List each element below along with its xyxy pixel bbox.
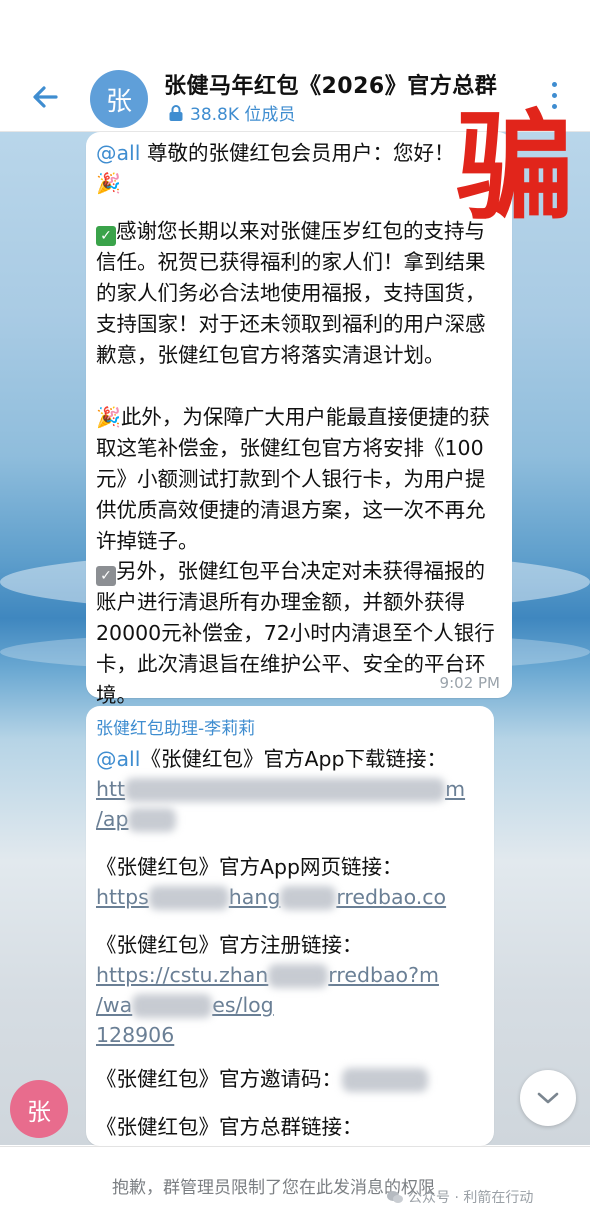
message-paragraph: ✓ 感谢您长期以来对张健压岁红包的支持与信任。祝贺已获得福利的家人们！拿到结果的家… (96, 216, 500, 371)
scam-warning-overlay: 骗 (456, 97, 575, 236)
sender-avatar[interactable]: 张 (10, 1080, 68, 1138)
member-count-label: 38.8K 位成员 (190, 105, 296, 125)
download-link[interactable]: /ap (96, 804, 177, 835)
link-text[interactable]: /ap (96, 807, 128, 831)
check-mark-icon: ✓ (96, 226, 116, 246)
link-text[interactable]: m (419, 963, 439, 987)
message-line: @all 尊敬的张健红包会员用户：您好！ (96, 138, 454, 169)
back-arrow-icon[interactable] (28, 80, 62, 114)
group-title[interactable]: 张健马年红包《2026》官方总群 (164, 68, 497, 100)
message-text: 《张健红包》官方注册链接： (96, 933, 363, 957)
message-text: 尊敬的张健红包会员用户：您好！ (140, 141, 455, 165)
download-link[interactable]: htt m (96, 774, 465, 805)
message-text: 此外，为保障广大用户能最直接便捷的获取这笔补偿金，张健红包官方将安排《100元》… (96, 405, 490, 553)
link-text[interactable]: m (445, 777, 465, 801)
link-text[interactable]: rredbao? (328, 963, 419, 987)
message-text: 另外，张健红包平台决定对未获得福报的账户进行清退所有办理金额，并额外获得2000… (96, 559, 495, 707)
link-text[interactable]: 128906 (96, 1023, 174, 1047)
link-text[interactable]: https (96, 885, 149, 909)
message-paragraph: 🎉此外，为保障广大用户能最直接便捷的获取这笔补偿金，张健红包官方将安排《100元… (96, 402, 500, 557)
message-text: 《张健红包》官方App网页链接： (96, 855, 403, 879)
link-text[interactable]: htt (96, 777, 125, 801)
redacted-blur (268, 964, 329, 988)
link-text[interactable]: hang (229, 885, 281, 909)
message-text: 《张健红包》官方邀请码： (96, 1067, 342, 1091)
check-box-icon: ✓ (96, 566, 116, 586)
party-popper-icon: 🎉 (96, 171, 121, 195)
link-text[interactable]: /wa (96, 993, 132, 1017)
party-popper-icon: 🎉 (96, 405, 121, 429)
redacted-blur (148, 886, 229, 910)
chevron-down-icon (537, 1092, 559, 1104)
lock-icon (169, 104, 183, 121)
register-link[interactable]: /wa es/log (96, 990, 274, 1021)
sender-name[interactable]: 张健红包助理-李莉莉 (96, 714, 255, 739)
mention[interactable]: @all (96, 747, 140, 771)
message-time: 9:02 PM (439, 674, 500, 692)
bottom-bar: 抱歉，群管理员限制了您在此发消息的权限 公众号 · 利箭在行动 (0, 1146, 590, 1220)
wechat-icon (387, 1191, 403, 1203)
redacted-blur (280, 886, 337, 910)
message-text: 感谢您长期以来对张健压岁红包的支持与信任。祝贺已获得福利的家人们！拿到结果的家人… (96, 219, 486, 367)
link-text[interactable]: rredbao.co (336, 885, 446, 909)
link-text[interactable]: es/log (212, 993, 273, 1017)
register-link[interactable]: 128906 (96, 1020, 174, 1051)
group-avatar[interactable]: 张 (90, 70, 148, 128)
message-bubble[interactable]: 张健红包助理-李莉莉 @all《张健红包》官方App下载链接： htt m /ap… (86, 706, 494, 1146)
redacted-blur (132, 994, 213, 1018)
message-text: 《张健红包》官方App下载链接： (140, 747, 448, 771)
watermark-text: 公众号 · 利箭在行动 (408, 1190, 534, 1206)
member-count: 38.8K 位成员 (168, 100, 295, 125)
watermark: 公众号 · 利箭在行动 (386, 1187, 533, 1207)
message-line: @all《张健红包》官方App下载链接： (96, 744, 447, 775)
message-text: 《张健红包》官方总群链接： (96, 1115, 363, 1139)
message-bubble[interactable]: @all 尊敬的张健红包会员用户：您好！ 🎉 ✓ 感谢您长期以来对张健压岁红包的支… (86, 132, 512, 707)
link-text[interactable]: https://cstu.zhan (96, 963, 268, 987)
register-link[interactable]: https://cstu.zhan rredbao?m (96, 960, 439, 991)
mention[interactable]: @all (96, 141, 140, 165)
redacted-blur (342, 1068, 428, 1092)
web-link[interactable]: https hang rredbao.co (96, 882, 446, 913)
redacted-blur (128, 808, 177, 832)
redacted-blur (125, 778, 446, 802)
message-line: 《张健红包》官方邀请码： (96, 1064, 428, 1095)
scroll-down-button[interactable] (520, 1070, 576, 1126)
